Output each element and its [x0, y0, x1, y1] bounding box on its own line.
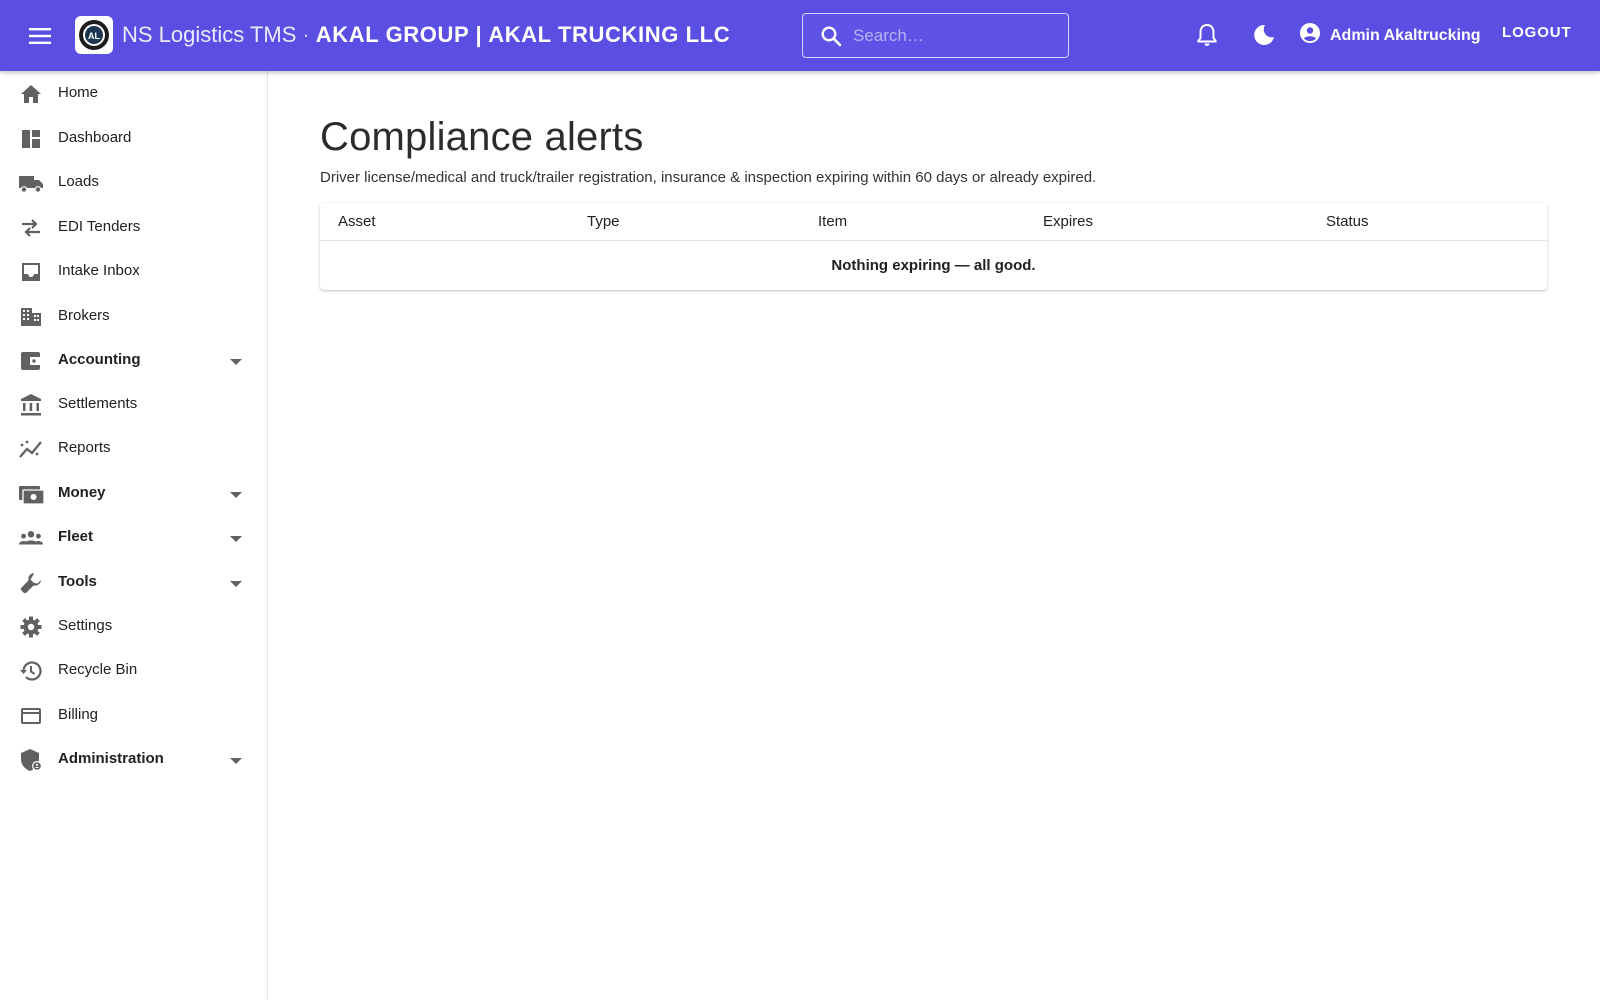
sidebar: Home Dashboard Loads EDI Tenders Intake …: [0, 71, 268, 1000]
people-icon: [18, 525, 44, 551]
sidebar-item-label: Settlements: [58, 395, 138, 412]
sidebar-group-administration[interactable]: Administration: [0, 738, 267, 782]
sidebar-item-label: Reports: [58, 439, 111, 456]
bank-icon: [18, 392, 44, 418]
sidebar-item-dashboard[interactable]: Dashboard: [0, 117, 267, 161]
admin-shield-icon: [18, 747, 44, 773]
gear-icon: [18, 614, 44, 640]
brand-separator: ·: [302, 22, 310, 47]
expand-caret-icon[interactable]: [229, 577, 243, 589]
svg-text:AL: AL: [88, 31, 100, 41]
empty-state-message: Nothing expiring — all good.: [831, 257, 1036, 274]
sidebar-item-label: EDI Tenders: [58, 218, 141, 235]
account-circle-icon: [1300, 23, 1320, 48]
expand-caret-icon[interactable]: [229, 488, 243, 500]
company-name: AKAL GROUP | AKAL TRUCKING LLC: [315, 22, 731, 47]
sidebar-item-label: Loads: [58, 173, 99, 190]
swap-arrows-icon: [18, 215, 44, 241]
sidebar-item-recycle-bin[interactable]: Recycle Bin: [0, 649, 267, 693]
search-icon: [819, 24, 843, 48]
sidebar-item-brokers[interactable]: Brokers: [0, 295, 267, 339]
wallet-icon: [18, 348, 44, 374]
menu-icon[interactable]: [24, 22, 56, 50]
sidebar-group-fleet[interactable]: Fleet: [0, 516, 267, 560]
logout-button[interactable]: LOGOUT: [1502, 24, 1572, 41]
sidebar-item-label: Dashboard: [58, 129, 132, 146]
sidebar-group-money[interactable]: Money: [0, 472, 267, 516]
building-icon: [18, 304, 44, 330]
sidebar-item-intake-inbox[interactable]: Intake Inbox: [0, 250, 267, 294]
company-logo[interactable]: AL: [75, 16, 113, 54]
sidebar-item-label: Intake Inbox: [58, 262, 140, 279]
home-icon: [18, 81, 44, 107]
column-header-expires[interactable]: Expires: [1043, 213, 1093, 230]
app-name: NS Logistics TMS: [122, 22, 297, 47]
sidebar-item-settings[interactable]: Settings: [0, 605, 267, 649]
column-header-type[interactable]: Type: [587, 213, 620, 230]
sidebar-item-loads[interactable]: Loads: [0, 161, 267, 205]
column-header-item[interactable]: Item: [818, 213, 847, 230]
sidebar-group-tools[interactable]: Tools: [0, 561, 267, 605]
sidebar-item-label: Billing: [58, 706, 99, 723]
sidebar-item-settlements[interactable]: Settlements: [0, 383, 267, 427]
sidebar-item-label: Money: [58, 484, 106, 501]
sidebar-item-label: Administration: [58, 750, 164, 767]
dashboard-icon: [18, 126, 44, 152]
search-box[interactable]: [802, 13, 1069, 58]
sidebar-item-reports[interactable]: Reports: [0, 427, 267, 471]
sidebar-item-home[interactable]: Home: [0, 72, 267, 116]
sidebar-item-label: Brokers: [58, 307, 110, 324]
brand-title: NS Logistics TMS · AKAL GROUP | AKAL TRUCK…: [122, 21, 730, 49]
sidebar-item-label: Recycle Bin: [58, 661, 138, 678]
sidebar-group-accounting[interactable]: Accounting: [0, 339, 267, 383]
sidebar-item-label: Fleet: [58, 528, 94, 545]
expand-caret-icon[interactable]: [229, 532, 243, 544]
expand-caret-icon[interactable]: [229, 355, 243, 367]
compliance-table: Asset Type Item Expires Status Nothing e…: [320, 203, 1547, 290]
table-header: Asset Type Item Expires Status: [320, 203, 1547, 241]
sidebar-item-label: Tools: [58, 573, 97, 590]
sidebar-item-billing[interactable]: Billing: [0, 694, 267, 738]
user-menu[interactable]: Admin Akaltrucking: [1300, 23, 1481, 48]
history-icon: [18, 658, 44, 684]
expand-caret-icon[interactable]: [229, 754, 243, 766]
credit-card-icon: [18, 703, 44, 729]
trend-chart-icon: [18, 436, 44, 462]
notifications-bell-icon[interactable]: [1194, 22, 1220, 48]
search-input[interactable]: [853, 22, 1058, 50]
page-title: Compliance alerts: [320, 115, 644, 159]
app-bar: AL NS Logistics TMS · AKAL GROUP | AKAL TR…: [0, 0, 1600, 71]
page-description: Driver license/medical and truck/trailer…: [320, 169, 1097, 186]
user-name: Admin Akaltrucking: [1330, 26, 1481, 44]
inbox-icon: [18, 259, 44, 285]
sidebar-item-label: Accounting: [58, 351, 141, 368]
truck-icon: [18, 170, 44, 196]
sidebar-item-label: Settings: [58, 617, 113, 634]
sidebar-item-label: Home: [58, 84, 99, 101]
money-icon: [18, 481, 44, 507]
column-header-asset[interactable]: Asset: [338, 213, 376, 230]
column-header-status[interactable]: Status: [1326, 213, 1369, 230]
sidebar-item-edi-tenders[interactable]: EDI Tenders: [0, 206, 267, 250]
wrench-icon: [18, 570, 44, 596]
dark-mode-moon-icon[interactable]: [1251, 22, 1277, 48]
